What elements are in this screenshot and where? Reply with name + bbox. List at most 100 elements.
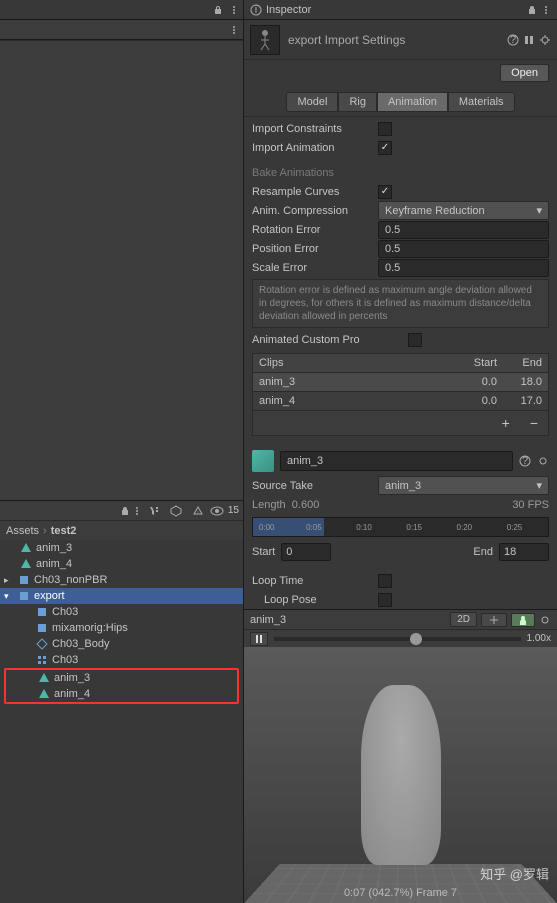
tab-model[interactable]: Model xyxy=(286,92,338,112)
chevron-down-icon: ▾ xyxy=(536,479,542,492)
tree-item-anim3[interactable]: anim_3 xyxy=(0,540,243,556)
dots-icon[interactable] xyxy=(541,5,551,15)
import-tabs: Model Rig Animation Materials xyxy=(244,86,557,117)
svg-text:?: ? xyxy=(510,34,516,46)
dropdown-value: Keyframe Reduction xyxy=(385,205,485,217)
svg-text:i: i xyxy=(255,4,257,16)
tick: 0:10 xyxy=(356,523,372,532)
import-animation-checkbox[interactable]: ✓ xyxy=(378,141,392,155)
help-icon[interactable]: ? xyxy=(507,34,519,46)
clip-row[interactable]: anim_4 0.0 17.0 xyxy=(252,392,549,411)
tree-item-ch03-body[interactable]: Ch03_Body xyxy=(0,636,243,652)
gear-icon[interactable] xyxy=(537,455,549,467)
breadcrumb: Assets › test2 xyxy=(0,520,243,540)
animated-custom-label: Animated Custom Pro xyxy=(252,334,402,346)
scale-error-input[interactable] xyxy=(378,259,549,277)
dots-icon[interactable] xyxy=(229,25,239,35)
tree-label: anim_4 xyxy=(36,558,72,570)
loop-pose-checkbox[interactable] xyxy=(378,593,392,607)
lock-icon[interactable] xyxy=(213,5,223,15)
lock-icon[interactable] xyxy=(527,5,537,15)
anim-clip-icon xyxy=(20,542,32,554)
inspector-tab[interactable]: i Inspector xyxy=(244,0,557,20)
visibility-icon[interactable] xyxy=(210,506,224,516)
preview-clip-name: anim_3 xyxy=(250,614,446,626)
mesh-icon xyxy=(36,622,48,634)
import-constraints-label: Import Constraints xyxy=(252,123,372,135)
dots-icon[interactable] xyxy=(229,5,239,15)
tab-materials[interactable]: Materials xyxy=(448,92,515,112)
anim-clip-icon xyxy=(38,688,50,700)
position-error-input[interactable] xyxy=(378,240,549,258)
chevron-right-icon: › xyxy=(43,525,47,537)
filter-btn-2[interactable] xyxy=(166,503,186,519)
clip-end: 18.0 xyxy=(497,376,542,388)
clip-end: 17.0 xyxy=(497,395,542,407)
tree-item-ch03-2[interactable]: Ch03 xyxy=(0,652,243,668)
clip-start: 0.0 xyxy=(452,376,497,388)
tree-label: Ch03 xyxy=(52,606,78,618)
tick: 0:15 xyxy=(406,523,422,532)
asset-thumbnail xyxy=(250,25,280,55)
tree-item-h-anim4[interactable]: anim_4 xyxy=(6,686,237,702)
clip-name-input[interactable] xyxy=(280,451,513,471)
tick: 0:05 xyxy=(306,523,322,532)
btn-2d[interactable]: 2D xyxy=(450,612,477,627)
add-clip-button[interactable]: + xyxy=(496,415,516,431)
pause-button[interactable] xyxy=(250,632,268,646)
position-error-label: Position Error xyxy=(252,243,372,255)
animated-custom-checkbox[interactable] xyxy=(408,333,422,347)
preview-viewport[interactable]: 0:07 (042.7%) Frame 7 知乎 @罗辑 xyxy=(244,647,557,903)
tick: 0:00 xyxy=(259,523,275,532)
help-icon[interactable]: ? xyxy=(519,455,531,467)
end-input[interactable] xyxy=(499,543,549,561)
tree-item-ch03-nonpbr[interactable]: ▸ Ch03_nonPBR xyxy=(0,572,243,588)
import-constraints-checkbox[interactable] xyxy=(378,122,392,136)
expand-arrow[interactable]: ▾ xyxy=(4,591,14,602)
tree-item-export[interactable]: ▾ export xyxy=(0,588,243,604)
rotation-error-input[interactable] xyxy=(378,221,549,239)
dots-icon[interactable] xyxy=(132,506,142,516)
prefab-icon xyxy=(18,574,30,586)
tick: 0:20 xyxy=(457,523,473,532)
lock-icon[interactable] xyxy=(120,506,130,516)
tab-rig[interactable]: Rig xyxy=(338,92,377,112)
zoom-label: 1.00x xyxy=(527,633,551,644)
tree-item-anim4[interactable]: anim_4 xyxy=(0,556,243,572)
clip-icon xyxy=(252,450,274,472)
clip-row[interactable]: anim_3 0.0 18.0 xyxy=(252,373,549,392)
breadcrumb-folder[interactable]: test2 xyxy=(51,525,77,537)
preset-icon[interactable] xyxy=(523,34,535,46)
tree-label: anim_3 xyxy=(36,542,72,554)
tree-item-ch03[interactable]: Ch03 xyxy=(0,604,243,620)
start-input[interactable] xyxy=(281,543,331,561)
clips-col-name: Clips xyxy=(259,357,452,369)
filter-btn-3[interactable] xyxy=(188,503,208,519)
tree-label: anim_4 xyxy=(54,688,90,700)
source-take-dropdown[interactable]: anim_3 ▾ xyxy=(378,476,549,495)
tree-item-h-anim3[interactable]: anim_3 xyxy=(6,670,237,686)
import-animation-label: Import Animation xyxy=(252,142,372,154)
mesh-icon xyxy=(36,638,48,650)
expand-arrow[interactable]: ▸ xyxy=(4,575,14,586)
hierarchy-panel xyxy=(0,40,243,500)
timeline[interactable]: 0:00 0:05 0:10 0:15 0:20 0:25 xyxy=(252,517,549,537)
loop-time-checkbox[interactable] xyxy=(378,574,392,588)
gear-icon[interactable] xyxy=(539,34,551,46)
filter-btn-1[interactable] xyxy=(144,503,164,519)
open-button[interactable]: Open xyxy=(500,64,549,82)
pivot-icon[interactable] xyxy=(481,613,507,627)
tree-item-mixamorig[interactable]: mixamorig:Hips xyxy=(0,620,243,636)
length-label: Length xyxy=(252,499,286,511)
inspector-title: Inspector xyxy=(266,4,311,16)
avatar-icon[interactable] xyxy=(511,613,535,627)
anim-compression-dropdown[interactable]: Keyframe Reduction ▾ xyxy=(378,201,549,220)
rotation-error-label: Rotation Error xyxy=(252,224,372,236)
gear-icon[interactable] xyxy=(539,614,551,626)
resample-curves-checkbox[interactable]: ✓ xyxy=(378,185,392,199)
breadcrumb-root[interactable]: Assets xyxy=(6,525,39,537)
playback-slider[interactable] xyxy=(274,637,521,641)
remove-clip-button[interactable]: − xyxy=(524,415,544,431)
tab-animation[interactable]: Animation xyxy=(377,92,448,112)
start-label: Start xyxy=(252,546,275,558)
